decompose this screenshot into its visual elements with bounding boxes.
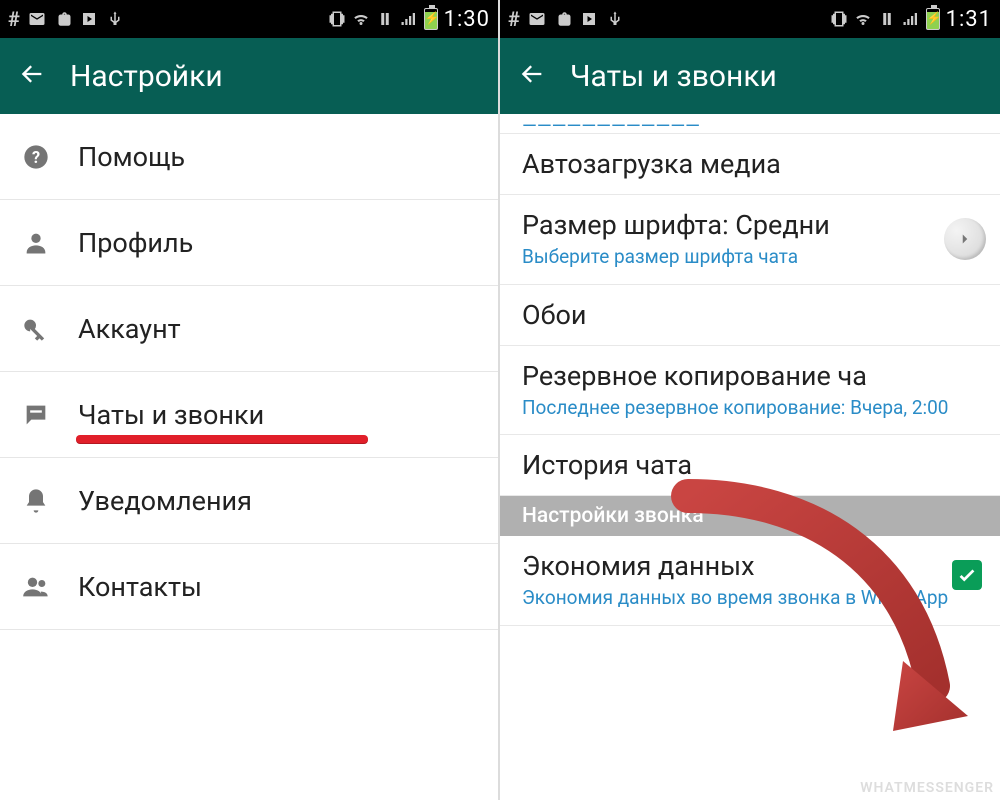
data-icon (878, 10, 896, 28)
clock: 1:30 (444, 7, 490, 32)
bag-icon (554, 10, 572, 28)
settings-item-contacts[interactable]: Контакты (0, 544, 498, 630)
settings-item-chats[interactable]: Чаты и звонки (0, 372, 498, 458)
annotation-underline (76, 435, 368, 443)
settings-item-account[interactable]: Аккаунт (0, 286, 498, 372)
usb-icon (106, 10, 124, 28)
wifi-icon (854, 10, 872, 28)
signal-icon (902, 10, 920, 28)
chats-screen: # ⚡ 1:31 Чаты и звонки ———————————— (500, 0, 1000, 800)
status-bar: # ⚡ 1:30 (0, 0, 498, 38)
page-title: Чаты и звонки (570, 59, 777, 94)
people-icon (20, 573, 52, 601)
battery-icon: ⚡ (926, 8, 940, 30)
help-icon: ? (20, 143, 52, 171)
data-icon (376, 10, 394, 28)
item-label: Помощь (78, 141, 185, 173)
wifi-icon (352, 10, 370, 28)
bag-icon (54, 10, 72, 28)
item-data-saving[interactable]: Экономия данных Экономия данных во время… (500, 536, 1000, 626)
item-label: Уведомления (78, 485, 252, 517)
item-title: История чата (522, 449, 978, 481)
usb-icon (606, 10, 624, 28)
app-bar: Настройки (0, 38, 498, 114)
settings-item-help[interactable]: ? Помощь (0, 114, 498, 200)
item-title: Резервное копирование ча (522, 360, 978, 392)
item-label: Аккаунт (78, 313, 181, 345)
chat-icon (20, 401, 52, 429)
app-bar: Чаты и звонки (500, 38, 1000, 114)
play-icon (80, 10, 98, 28)
item-subtitle: Экономия данных во время звонка в WhatsA… (522, 586, 978, 611)
clock: 1:31 (946, 7, 992, 32)
chevron-right-icon[interactable] (944, 218, 986, 260)
page-title: Настройки (70, 59, 223, 94)
item-label: Чаты и звонки (78, 399, 264, 431)
hash-icon: # (508, 7, 520, 31)
partial-item: ———————————— (500, 114, 1000, 134)
battery-icon: ⚡ (424, 8, 438, 30)
chat-settings-list: Автозагрузка медиа Размер шрифта: Средни… (500, 134, 1000, 626)
mail-icon (528, 10, 546, 28)
item-history[interactable]: История чата (500, 435, 1000, 496)
person-icon (20, 229, 52, 257)
item-title: Обои (522, 299, 978, 331)
checkbox-data-saving[interactable] (952, 560, 982, 590)
signal-icon (400, 10, 418, 28)
item-title: Размер шрифта: Средни (522, 209, 978, 241)
vibrate-icon (830, 10, 848, 28)
item-subtitle: Последнее резервное копирование: Вчера, … (522, 396, 978, 421)
back-button[interactable] (518, 60, 546, 92)
settings-item-profile[interactable]: Профиль (0, 200, 498, 286)
item-font-size[interactable]: Размер шрифта: Средни Выберите размер шр… (500, 195, 1000, 285)
item-title: Автозагрузка медиа (522, 148, 978, 180)
key-icon (20, 315, 52, 343)
item-wallpaper[interactable]: Обои (500, 285, 1000, 346)
status-bar: # ⚡ 1:31 (500, 0, 1000, 38)
watermark: WHATMESSENGER (860, 780, 994, 796)
item-label: Контакты (78, 571, 202, 603)
svg-text:?: ? (32, 147, 40, 166)
item-label: Профиль (78, 227, 193, 259)
item-backup[interactable]: Резервное копирование ча Последнее резер… (500, 346, 1000, 436)
item-title: Экономия данных (522, 550, 978, 582)
item-subtitle: Выберите размер шрифта чата (522, 245, 978, 270)
hash-icon: # (8, 7, 20, 31)
settings-screen: # ⚡ 1:30 Настройки ? (0, 0, 500, 800)
section-header: Настройки звонка (500, 496, 1000, 536)
mail-icon (28, 10, 46, 28)
settings-item-notifications[interactable]: Уведомления (0, 458, 498, 544)
vibrate-icon (328, 10, 346, 28)
play-icon (580, 10, 598, 28)
settings-list: ? Помощь Профиль Аккаунт Чаты и звонки У… (0, 114, 498, 630)
bell-icon (20, 487, 52, 515)
back-button[interactable] (18, 60, 46, 92)
item-auto-media[interactable]: Автозагрузка медиа (500, 134, 1000, 195)
